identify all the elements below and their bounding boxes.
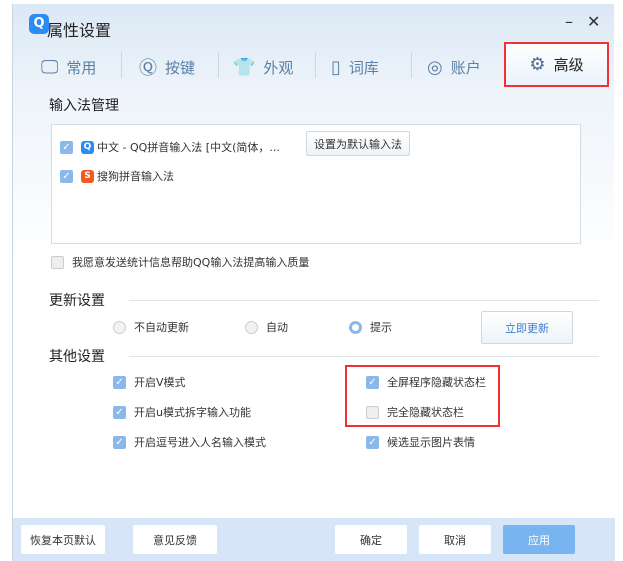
sogou-icon: S: [81, 169, 94, 183]
radio[interactable]: [113, 320, 126, 334]
tab-label: 词库: [348, 58, 379, 77]
radio[interactable]: [245, 320, 258, 334]
option-label: 完全隐藏状态栏: [387, 406, 464, 419]
tab-account[interactable]: ◎ 账户: [427, 48, 481, 86]
tab-keys[interactable]: Ⓠ 按键: [139, 48, 195, 86]
tab-advanced[interactable]: ⚙ 高级: [504, 42, 609, 87]
checkbox[interactable]: ✓: [60, 140, 73, 154]
checkbox[interactable]: ✓: [113, 375, 126, 389]
option-image-emoji[interactable]: ✓ 候选显示图片表情: [366, 434, 475, 450]
option-label: 候选显示图片表情: [387, 436, 475, 449]
minimize-button[interactable]: –: [565, 12, 573, 31]
checkbox[interactable]: ✓: [113, 435, 126, 449]
option-fullscreen-hide-statusbar[interactable]: ✓ 全屏程序隐藏状态栏: [366, 374, 486, 390]
ime-item-label: 中文 - QQ拼音输入法 [中文(简体，...: [97, 141, 280, 154]
ime-list: ✓ Q 中文 - QQ拼音输入法 [中文(简体，... 设置为默认输入法 ✓ S 搜狗拼…: [51, 124, 581, 244]
key-icon: Ⓠ: [139, 58, 157, 79]
feedback-button[interactable]: 意见反馈: [133, 525, 217, 554]
app-logo: Q: [29, 14, 49, 34]
other-heading: 其他设置: [49, 349, 105, 365]
tab-divider: [315, 52, 316, 78]
option-label: 开启逗号进入人名输入模式: [134, 436, 266, 449]
stats-label: 我愿意发送统计信息帮助QQ输入法提高输入质量: [72, 256, 310, 269]
update-now-button[interactable]: 立即更新: [481, 311, 573, 344]
tab-divider: [411, 52, 412, 78]
tab-divider: [121, 52, 122, 78]
tab-divider: [218, 52, 219, 78]
ok-button[interactable]: 确定: [335, 525, 407, 554]
tab-dictionary[interactable]: ▯ 词库: [331, 48, 379, 86]
radio-label: 提示: [370, 321, 392, 334]
tab-label: 外观: [263, 58, 294, 77]
ime-heading: 输入法管理: [49, 98, 119, 114]
close-button[interactable]: ✕: [587, 12, 600, 31]
checkbox[interactable]: ✓: [366, 435, 379, 449]
gear-icon: ⚙: [529, 54, 546, 75]
option-comma-name-mode[interactable]: ✓ 开启逗号进入人名输入模式: [113, 434, 266, 450]
checkbox[interactable]: ✓: [113, 405, 126, 419]
book-icon: ▯: [331, 56, 341, 78]
tab-label: 账户: [450, 58, 481, 77]
tab-label: 高级: [553, 56, 584, 74]
apply-button[interactable]: 应用: [503, 525, 575, 554]
tab-appearance[interactable]: 👕 外观: [233, 48, 293, 86]
checkbox[interactable]: ✓: [60, 169, 73, 183]
option-u-mode[interactable]: ✓ 开启u模式拆字输入功能: [113, 404, 251, 420]
option-label: 全屏程序隐藏状态栏: [387, 376, 486, 389]
radio-auto[interactable]: 自动: [245, 319, 288, 335]
radio-label: 不自动更新: [134, 321, 189, 334]
option-label: 开启V模式: [134, 376, 186, 389]
user-icon: ◎: [427, 56, 443, 78]
monitor-icon: 🖵: [41, 56, 59, 78]
stats-option[interactable]: 我愿意发送统计信息帮助QQ输入法提高输入质量: [51, 254, 309, 270]
qq-pinyin-icon: Q: [81, 140, 94, 154]
footer-bar: 恢复本页默认 意见反馈 确定 取消 应用: [13, 518, 615, 561]
tab-label: 常用: [66, 58, 97, 77]
ime-item[interactable]: ✓ Q 中文 - QQ拼音输入法 [中文(简体，...: [60, 139, 280, 155]
tshirt-icon: 👕: [233, 56, 256, 78]
cancel-button[interactable]: 取消: [419, 525, 491, 554]
update-heading: 更新设置: [49, 293, 105, 309]
divider: [129, 356, 599, 357]
checkbox[interactable]: [366, 405, 379, 419]
divider: [129, 300, 599, 301]
option-v-mode[interactable]: ✓ 开启V模式: [113, 374, 186, 390]
option-label: 开启u模式拆字输入功能: [134, 406, 251, 419]
ime-item[interactable]: ✓ S 搜狗拼音输入法: [60, 168, 174, 184]
radio-selected[interactable]: [349, 320, 362, 334]
option-hide-statusbar[interactable]: 完全隐藏状态栏: [366, 404, 464, 420]
window-title: 属性设置: [47, 21, 112, 40]
radio-label: 自动: [266, 321, 288, 334]
radio-no-auto-update[interactable]: 不自动更新: [113, 319, 189, 335]
restore-defaults-button[interactable]: 恢复本页默认: [21, 525, 105, 554]
radio-prompt[interactable]: 提示: [349, 319, 392, 335]
checkbox[interactable]: [51, 255, 64, 269]
checkbox[interactable]: ✓: [366, 375, 379, 389]
ime-item-label: 搜狗拼音输入法: [97, 170, 174, 183]
set-default-button[interactable]: 设置为默认输入法: [306, 131, 410, 156]
tab-general[interactable]: 🖵 常用: [41, 48, 96, 86]
tab-label: 按键: [165, 58, 196, 77]
settings-window: Q 属性设置 – ✕ 🖵 常用 Ⓠ 按键 👕 外观 ▯ 词库 ◎ 账户 ⚙ 高级 输入法管理…: [12, 4, 615, 561]
